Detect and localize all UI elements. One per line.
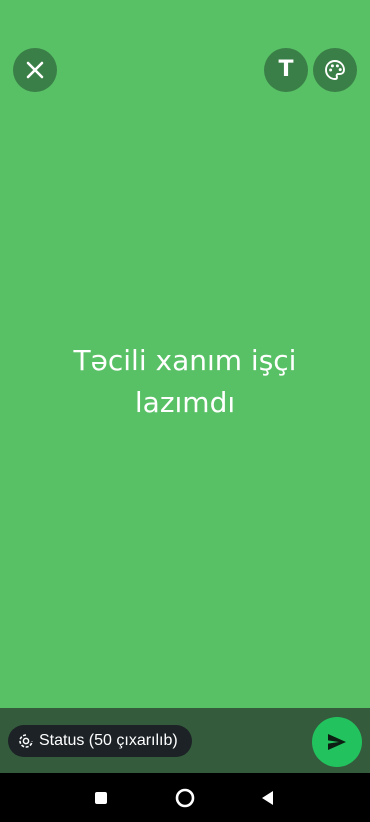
audience-selector-chip[interactable]: Status (50 çıxarılıb): [8, 725, 192, 757]
status-canvas[interactable]: T Təcili xanım işçi lazımdı: [0, 0, 370, 708]
status-ring-icon: [19, 734, 33, 748]
audience-label: Status (50 çıxarılıb): [39, 732, 178, 749]
recents-button[interactable]: [88, 785, 114, 811]
bottom-bar: Status (50 çıxarılıb): [0, 708, 370, 773]
square-icon: [95, 792, 107, 804]
status-text[interactable]: Təcili xanım işçi lazımdı: [55, 340, 315, 424]
circle-icon: [175, 788, 195, 808]
send-icon: [328, 734, 346, 750]
system-navigation-bar: [0, 773, 370, 822]
send-button[interactable]: [312, 717, 362, 767]
home-button[interactable]: [172, 785, 198, 811]
status-text-area[interactable]: Təcili xanım işçi lazımdı: [0, 0, 370, 708]
back-button[interactable]: [255, 785, 281, 811]
triangle-back-icon: [262, 791, 273, 805]
